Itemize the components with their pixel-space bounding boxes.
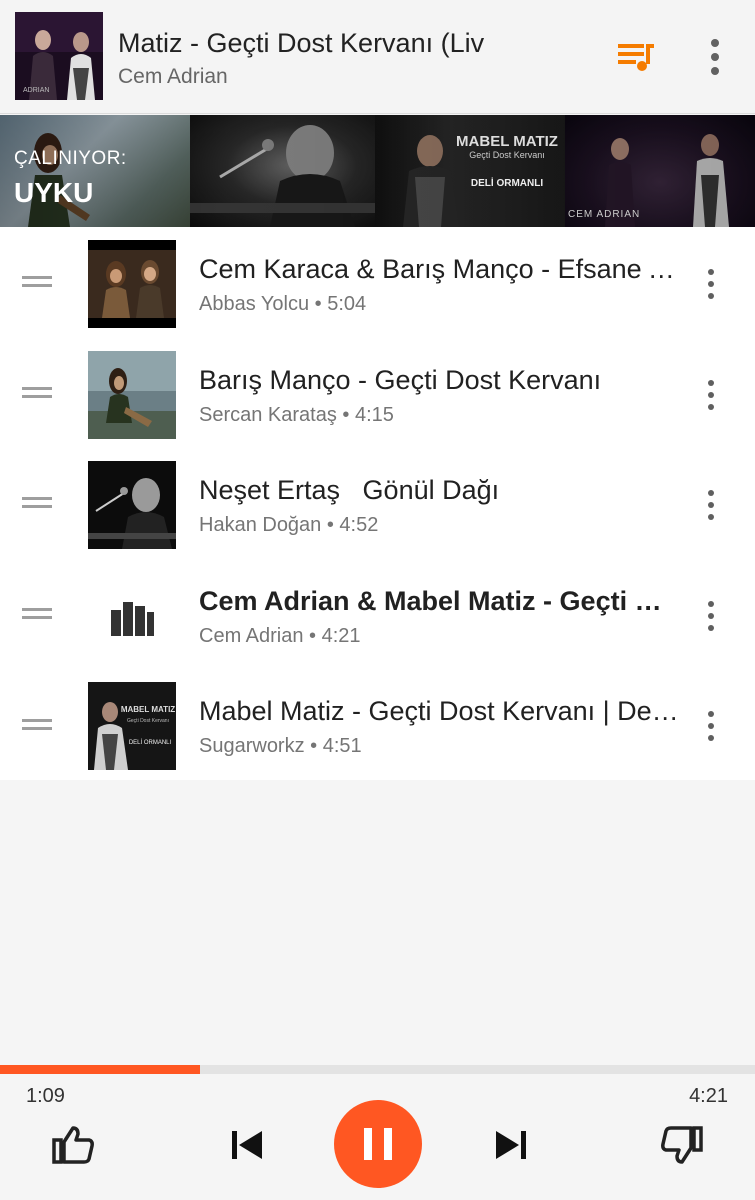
pause-icon xyxy=(364,1128,372,1160)
drag-handle-icon[interactable] xyxy=(22,718,52,731)
track-thumbnail xyxy=(88,461,176,550)
track-artist: Cem Adrian xyxy=(118,65,228,88)
track-subtitle: Cem Adrian • 4:21 xyxy=(199,624,361,647)
track-title: Neşet Ertaş Gönül Dağı xyxy=(199,475,500,506)
queue-item[interactable]: Barış Manço - Geçti Dost Kervanı Sercan … xyxy=(0,338,755,449)
queue-item[interactable]: Cem Karaca & Barış Manço - Efsane Arkada… xyxy=(0,227,755,338)
thumb-down-button[interactable] xyxy=(657,1120,707,1170)
queue-item[interactable]: Neşet Ertaş Gönül Dağı Hakan Doğan • 4:5… xyxy=(0,448,755,559)
track-title: Matiz - Geçti Dost Kervanı (Liv xyxy=(118,28,485,58)
logo-line-3: DELİ ORMANLI xyxy=(470,178,544,189)
seek-bar[interactable] xyxy=(0,1065,755,1074)
station-banner[interactable]: MABEL MATIZ Geçti Dost Kervanı DELİ ORMA… xyxy=(0,115,755,227)
track-title: Barış Manço - Geçti Dost Kervanı xyxy=(199,364,602,395)
now-playing-indicator xyxy=(88,572,176,660)
skip-previous-icon xyxy=(232,1131,262,1159)
thumb-down-icon xyxy=(661,1126,703,1164)
drag-handle-icon[interactable] xyxy=(22,276,52,288)
seek-bar-progress xyxy=(0,1065,201,1074)
thumb-logo-line-1: MABEL MATIZ xyxy=(121,705,175,714)
track-subtitle: Hakan Doğan • 4:52 xyxy=(199,514,379,537)
track-subtitle: Sercan Karataş • 4:15 xyxy=(199,403,394,426)
queue-item-playing[interactable]: Cem Adrian & Mabel Matiz - Geçti Dost Ke… xyxy=(0,559,755,670)
track-thumbnail xyxy=(88,240,176,328)
more-vert-icon[interactable] xyxy=(695,267,727,301)
svg-text:ADRIAN: ADRIAN xyxy=(23,87,49,94)
track-thumbnail xyxy=(88,350,176,439)
banner-overlay xyxy=(0,115,755,227)
album-art: ADRIAN xyxy=(15,12,103,100)
track-title: Cem Karaca & Barış Manço - Efsane Arkada… xyxy=(199,254,679,284)
more-vert-icon[interactable] xyxy=(695,378,727,412)
now-playing-header[interactable]: ADRIAN Matiz - Geçti Dost Kervanı (Liv C… xyxy=(0,0,755,114)
logo-line-1: MABEL MATIZ xyxy=(456,133,558,150)
queue-list: Cem Karaca & Barış Manço - Efsane Arkada… xyxy=(0,227,755,780)
skip-next-icon xyxy=(496,1131,526,1159)
banner-cem-logo: CEM ADRIAN xyxy=(568,209,641,220)
track-title: Mabel Matiz - Geçti Dost Kervanı | Deli … xyxy=(199,696,679,727)
more-options-button[interactable] xyxy=(695,32,735,82)
track-thumbnail: MABEL MATIZ Geçti Dost Kervanı DELİ ORMA… xyxy=(88,682,176,771)
thumb-logo-line-3: DELİ ORMANLI xyxy=(129,739,172,746)
pause-button[interactable] xyxy=(334,1100,422,1188)
thumb-up-icon xyxy=(52,1126,94,1164)
queue-music-icon xyxy=(618,44,654,71)
current-time: 1:09 xyxy=(26,1085,65,1107)
more-vert-icon xyxy=(711,39,719,75)
total-time: 4:21 xyxy=(689,1085,728,1107)
track-subtitle: Abbas Yolcu • 5:04 xyxy=(199,293,367,315)
track-title: Cem Adrian & Mabel Matiz - Geçti Dost Ke… xyxy=(199,585,679,616)
skip-next-button[interactable] xyxy=(486,1120,536,1170)
more-vert-icon[interactable] xyxy=(695,488,727,522)
drag-handle-icon[interactable] xyxy=(22,386,52,399)
now-playing-label: ÇALINIYOR: xyxy=(14,148,127,169)
thumb-logo-line-2: Geçti Dost Kervanı xyxy=(127,718,169,724)
station-name: UYKU xyxy=(14,177,94,208)
queue-item[interactable]: MABEL MATIZ Geçti Dost Kervanı DELİ ORMA… xyxy=(0,669,755,780)
drag-handle-icon[interactable] xyxy=(22,608,52,620)
skip-previous-button[interactable] xyxy=(222,1120,272,1170)
thumb-up-button[interactable] xyxy=(48,1120,98,1170)
queue-button[interactable] xyxy=(610,32,660,82)
more-vert-icon[interactable] xyxy=(695,599,727,633)
equalizer-icon xyxy=(111,601,154,636)
track-subtitle: Sugarworkz • 4:51 xyxy=(199,735,362,758)
banner-logo: MABEL MATIZ Geçti Dost Kervanı DELİ ORMA… xyxy=(452,133,562,189)
more-vert-icon[interactable] xyxy=(695,709,727,743)
pause-icon-bar xyxy=(384,1128,392,1160)
logo-line-2: Geçti Dost Kervanı xyxy=(469,150,545,160)
drag-handle-icon[interactable] xyxy=(22,497,52,509)
